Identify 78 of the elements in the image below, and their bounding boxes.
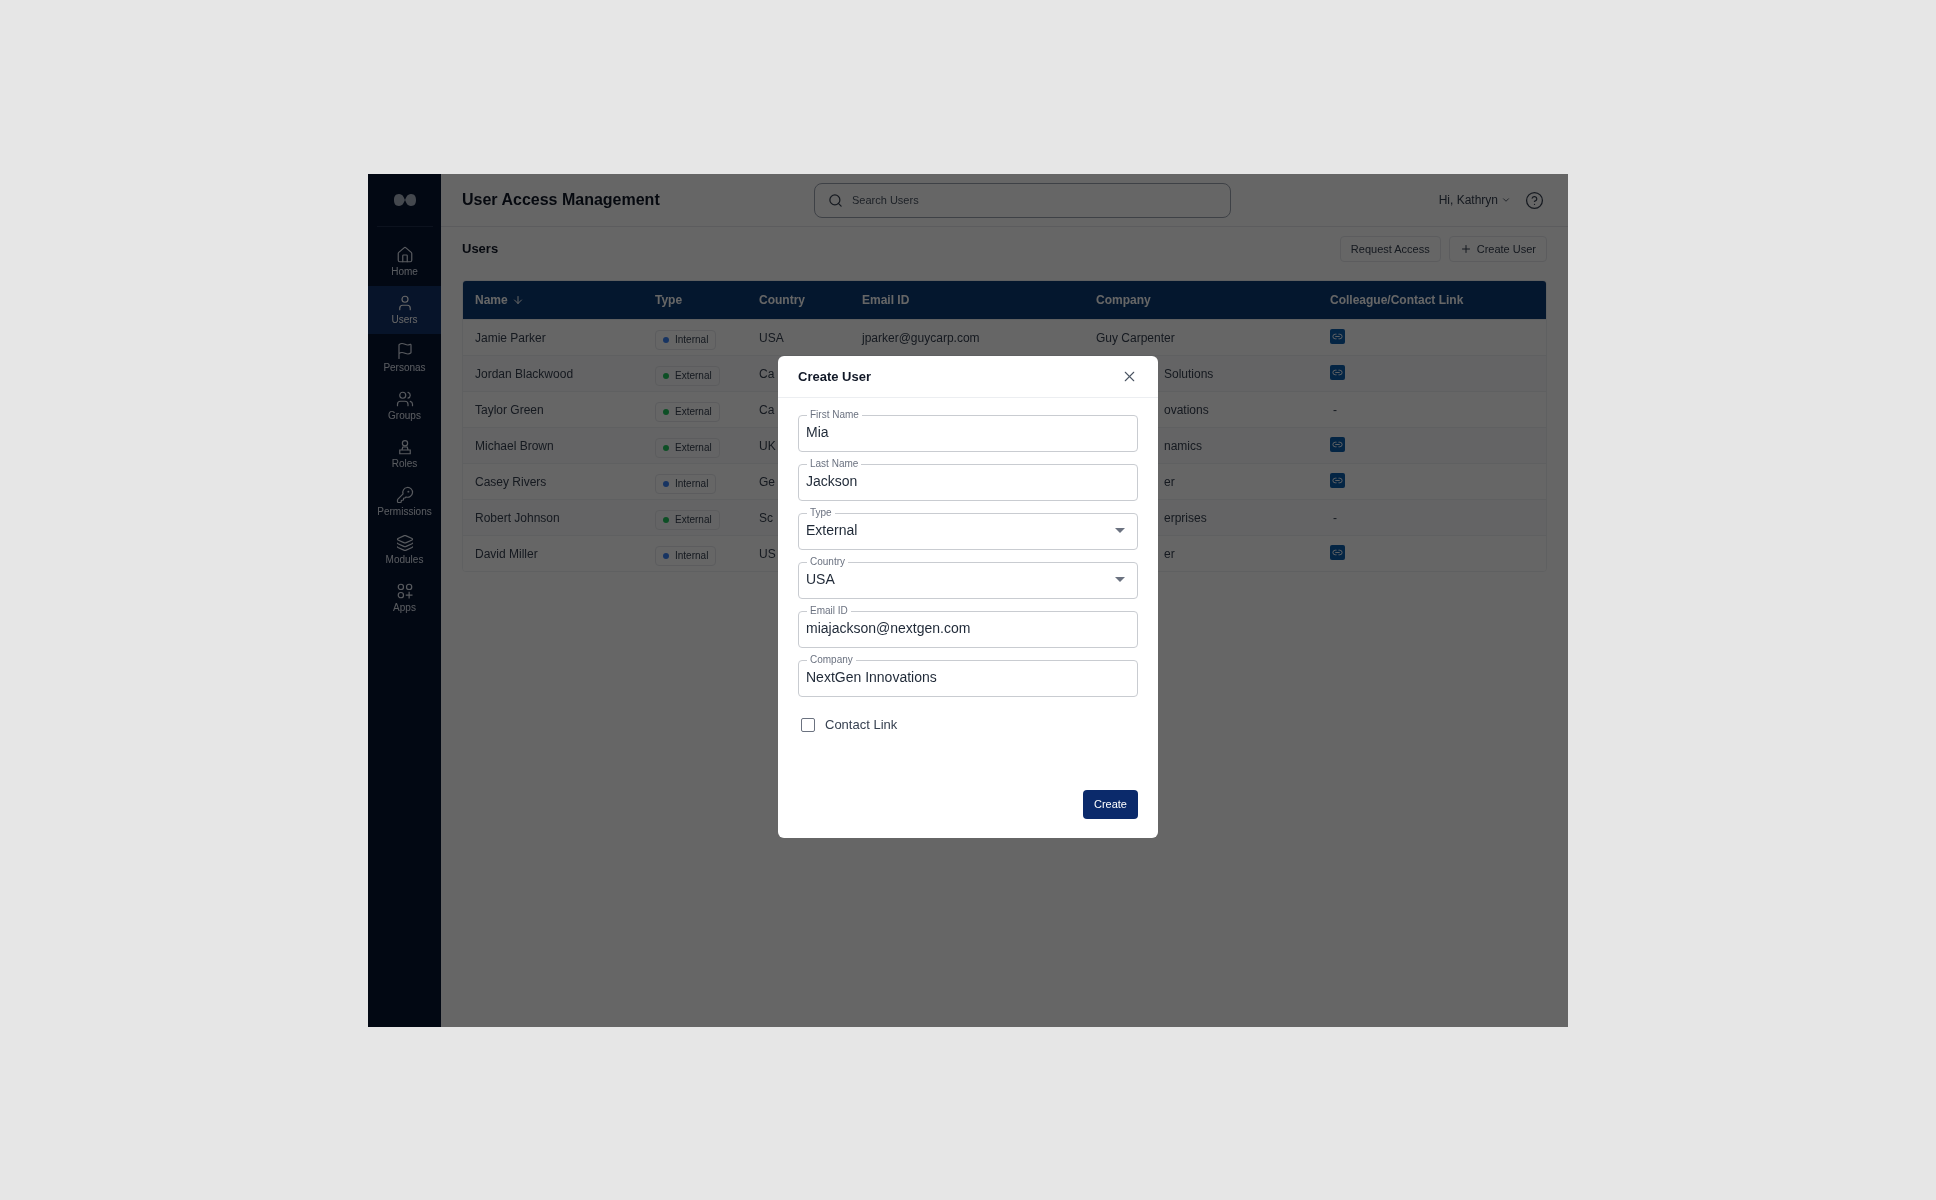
layers-icon — [395, 534, 414, 552]
table-cell: Jordan Blackwood — [475, 366, 574, 381]
text-field[interactable]: Email ID miajackson@nextgen.com — [798, 605, 1138, 648]
table-cell: David Miller — [475, 546, 538, 561]
table-cell: Ge — [759, 474, 775, 489]
table-cell-text: - — [1332, 402, 1337, 417]
table-cell: Casey Rivers — [475, 474, 547, 489]
column-header[interactable]: Company — [1084, 291, 1318, 309]
page-title: Users — [462, 240, 500, 259]
table-cell: UK — [759, 438, 776, 453]
sidebar-item[interactable]: Home — [368, 238, 441, 286]
logo-icon — [392, 193, 417, 207]
text-field[interactable]: Company NextGen Innovations — [798, 654, 1138, 697]
people-icon — [395, 390, 414, 408]
table-cell: ovations — [1164, 402, 1209, 417]
sidebar-item[interactable]: Personas — [368, 334, 441, 382]
table-cell: Sc — [759, 510, 773, 525]
type-badge: External — [655, 365, 720, 386]
sidebar-item[interactable]: Users — [368, 286, 441, 334]
table-cell: Solutions — [1164, 366, 1214, 381]
column-header[interactable]: Email ID — [850, 291, 1084, 309]
link-icon[interactable] — [1330, 472, 1345, 488]
table-cell: USA — [759, 330, 784, 345]
flag-icon — [395, 342, 414, 360]
plus-icon — [1459, 243, 1472, 255]
table-cell: er — [1164, 546, 1175, 561]
sidebar-item[interactable]: Apps — [368, 574, 441, 622]
help-icon[interactable] — [1525, 190, 1544, 210]
sidebar-item[interactable]: Roles — [368, 430, 441, 478]
chevron-down-icon — [1501, 195, 1511, 205]
type-badge: External — [655, 509, 720, 530]
column-header[interactable]: Country — [747, 291, 850, 309]
table-cell: Taylor Green — [475, 402, 544, 417]
table-cell-text: - — [1332, 510, 1337, 525]
type-badge: Internal — [655, 545, 717, 566]
text-field[interactable]: First Name Mia — [798, 409, 1138, 452]
user-menu[interactable]: Hi, Kathryn — [1438, 191, 1511, 209]
create-user-button[interactable]: Create User — [1448, 236, 1547, 262]
type-badge: External — [655, 437, 720, 458]
request-access-button[interactable]: Request Access — [1339, 236, 1441, 262]
key-icon — [395, 486, 414, 504]
table-cell: Ca — [759, 402, 775, 417]
table-cell: US — [759, 546, 776, 561]
link-icon[interactable] — [1330, 544, 1345, 560]
home-icon — [395, 246, 414, 264]
table-cell: namics — [1164, 438, 1202, 453]
table-cell: Jamie Parker — [475, 330, 546, 345]
text-field[interactable]: Last Name Jackson — [798, 458, 1138, 501]
type-badge: Internal — [655, 329, 717, 350]
table-cell: er — [1164, 474, 1175, 489]
table-cell: Robert Johnson — [475, 510, 560, 525]
link-icon[interactable] — [1330, 436, 1345, 452]
caret-icon — [1115, 527, 1125, 533]
table-cell: jparker@guycarp.com — [862, 330, 980, 345]
search-icon — [828, 192, 843, 208]
column-header[interactable]: Type — [643, 291, 747, 309]
app-title: User Access Management — [462, 190, 661, 210]
column-header[interactable]: Name — [463, 291, 643, 309]
type-badge: Internal — [655, 473, 717, 494]
dialog-title: Create User — [798, 367, 872, 386]
sidebar-item[interactable]: Groups — [368, 382, 441, 430]
table-cell: erprises — [1164, 510, 1207, 525]
link-icon[interactable] — [1330, 364, 1345, 380]
create-button[interactable]: Create — [1082, 790, 1138, 819]
sidebar-item[interactable]: Permissions — [368, 478, 441, 526]
caret-icon — [1115, 576, 1125, 582]
table-cell: Ca — [759, 366, 775, 381]
dropdown-field[interactable]: Country USA — [798, 556, 1138, 599]
type-badge: External — [655, 401, 720, 422]
table-cell: Michael Brown — [475, 438, 554, 453]
search-field[interactable]: Search Users — [814, 182, 1231, 218]
link-icon[interactable] — [1330, 328, 1345, 344]
sidebar-item[interactable]: Modules — [368, 526, 441, 574]
apps-icon — [395, 582, 414, 600]
contact-link-checkbox[interactable]: Contact Link — [801, 715, 898, 735]
dropdown-field[interactable]: Type External — [798, 507, 1138, 550]
table-cell: Guy Carpenter — [1096, 330, 1175, 345]
column-header[interactable]: Colleague/Contact Link — [1318, 291, 1546, 309]
